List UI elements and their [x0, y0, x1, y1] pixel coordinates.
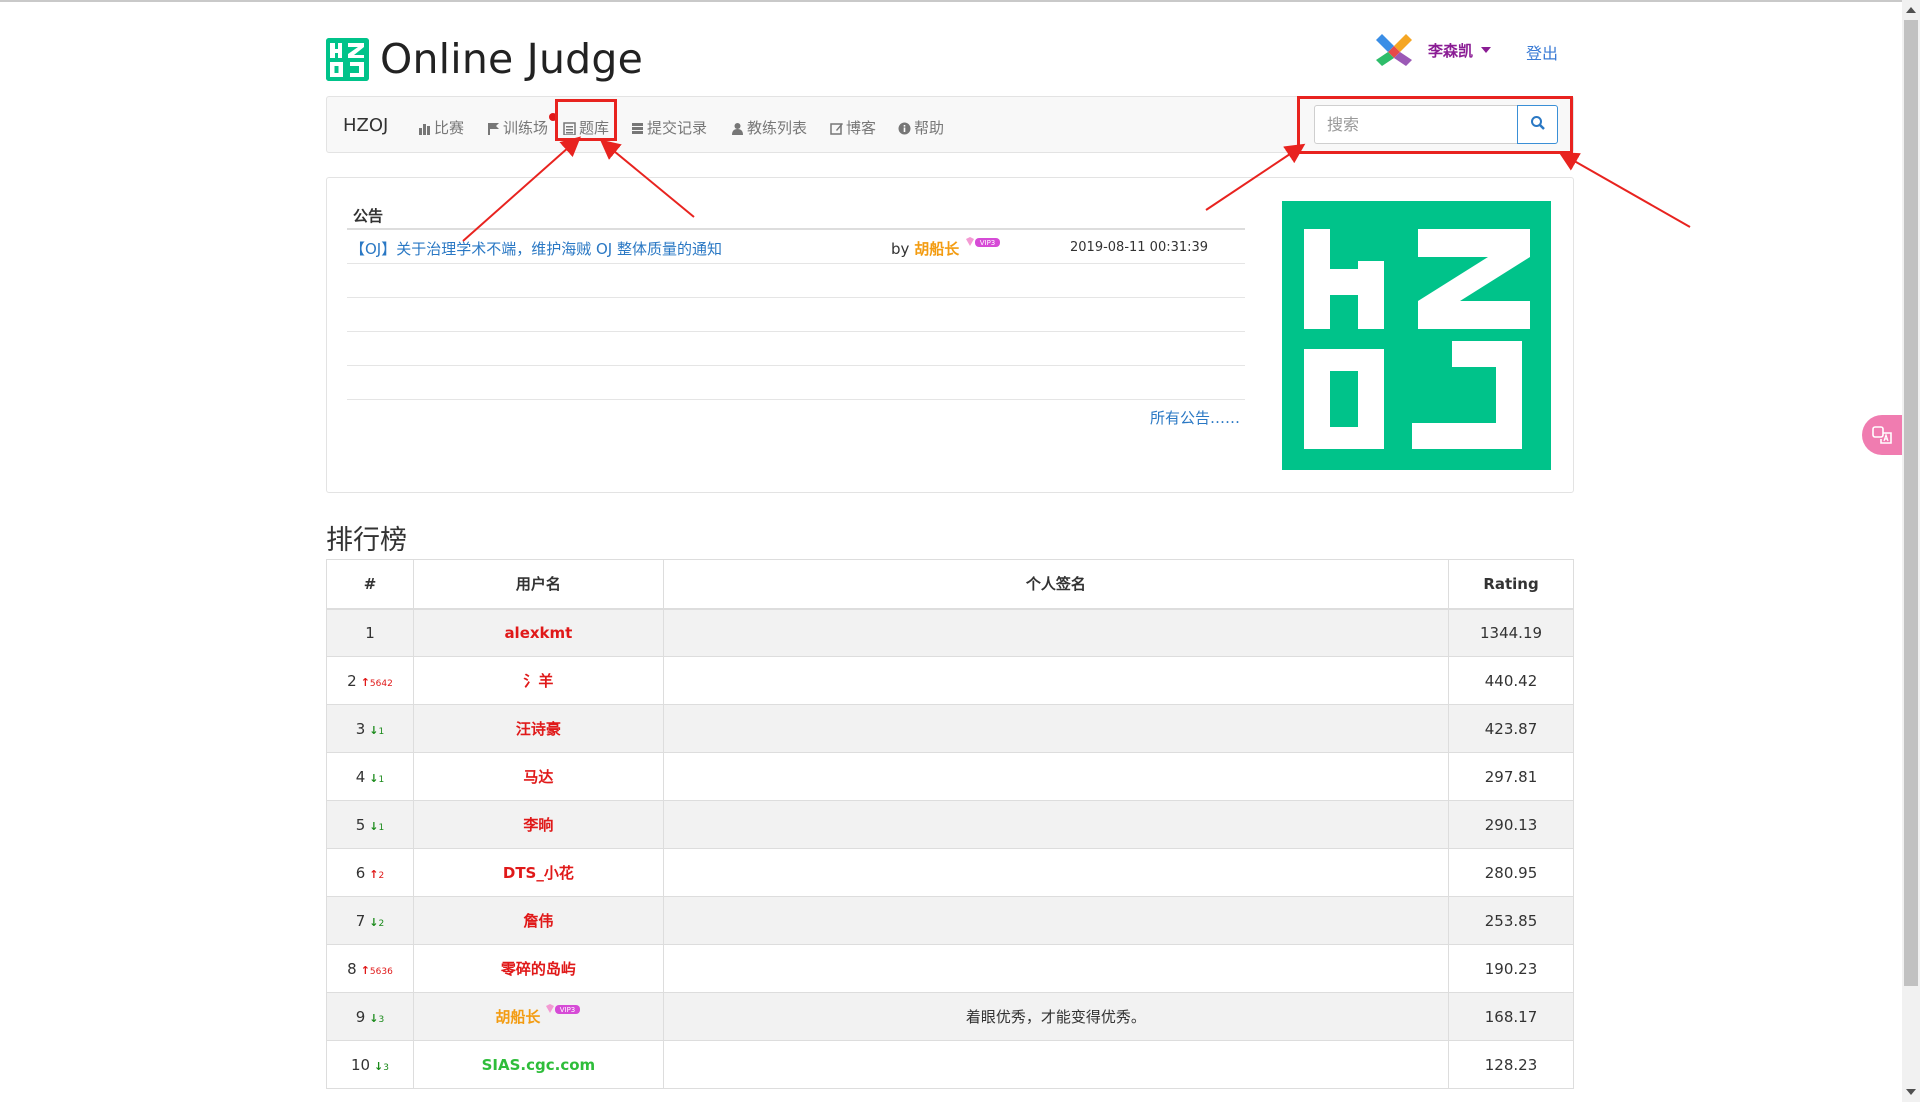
arrow-line	[1558, 152, 1691, 228]
arrow-line	[462, 136, 581, 242]
annotation-arrows	[462, 136, 1691, 242]
arrow-line	[1205, 143, 1306, 211]
arrow-line	[599, 139, 695, 218]
